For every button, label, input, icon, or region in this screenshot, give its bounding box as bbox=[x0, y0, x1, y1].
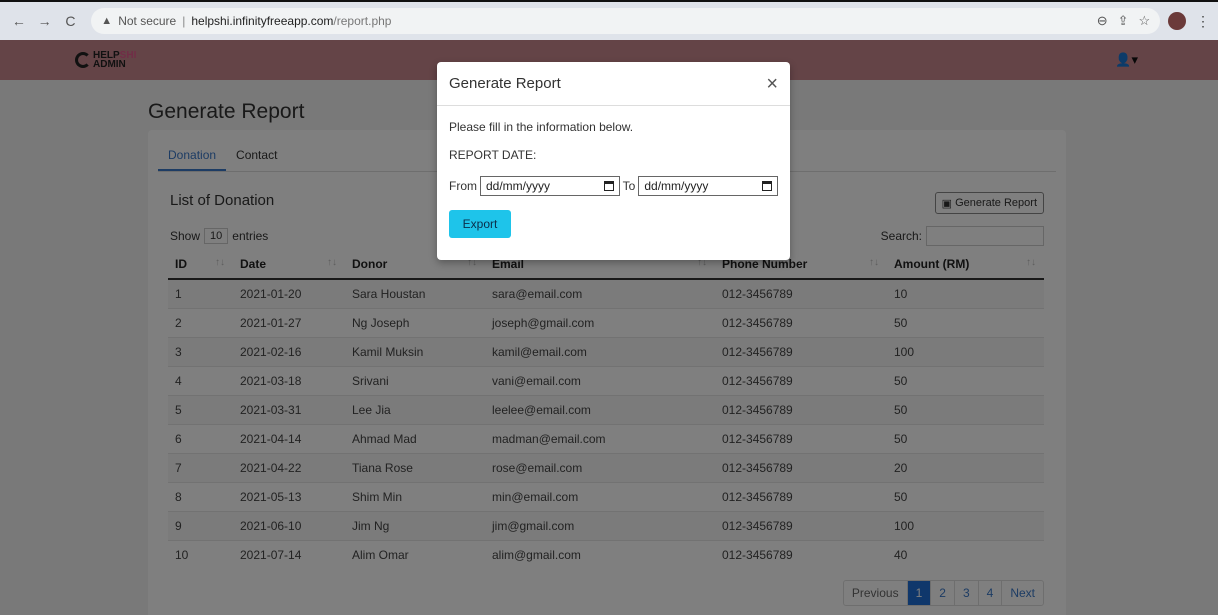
address-bar[interactable]: ▲ Not secure | helpshi.infinityfreeapp.c… bbox=[91, 8, 1161, 34]
export-button[interactable]: Export bbox=[449, 210, 511, 238]
address-actions: ⊖ ⇪ ☆ bbox=[1097, 13, 1150, 29]
calendar-icon[interactable] bbox=[762, 181, 772, 191]
calendar-icon[interactable] bbox=[603, 181, 614, 191]
date-range-row: From dd/mm/yyyy To dd/mm/yyyy bbox=[449, 176, 778, 196]
to-label: To bbox=[622, 179, 636, 193]
url-path: /report.php bbox=[333, 14, 392, 28]
bookmark-icon[interactable]: ☆ bbox=[1139, 13, 1151, 29]
generate-report-modal: Generate Report × Please fill in the inf… bbox=[437, 62, 790, 260]
modal-title: Generate Report bbox=[449, 75, 561, 92]
from-date-input[interactable]: dd/mm/yyyy bbox=[480, 176, 620, 196]
modal-header: Generate Report × bbox=[437, 62, 790, 106]
profile-avatar[interactable] bbox=[1168, 12, 1186, 30]
to-date-placeholder: dd/mm/yyyy bbox=[644, 179, 709, 193]
close-icon[interactable]: × bbox=[766, 74, 778, 94]
browser-toolbar: ← → C ▲ Not secure | helpshi.infinityfre… bbox=[0, 0, 1218, 40]
modal-body: Please fill in the information below. RE… bbox=[437, 106, 790, 252]
to-date-input[interactable]: dd/mm/yyyy bbox=[638, 176, 778, 196]
url-host: helpshi.infinityfreeapp.com bbox=[191, 14, 334, 28]
from-date-placeholder: dd/mm/yyyy bbox=[486, 179, 551, 193]
share-icon[interactable]: ⇪ bbox=[1118, 13, 1129, 29]
security-label: Not secure bbox=[118, 14, 177, 28]
back-icon[interactable]: ← bbox=[8, 10, 30, 32]
divider: | bbox=[182, 14, 186, 28]
browser-menu-icon[interactable]: ⋮ bbox=[1196, 13, 1210, 30]
reload-icon[interactable]: C bbox=[60, 10, 82, 32]
forward-icon[interactable]: → bbox=[34, 10, 56, 32]
from-label: From bbox=[449, 179, 477, 193]
report-date-label: REPORT DATE: bbox=[449, 148, 537, 162]
warning-icon: ▲ bbox=[101, 15, 113, 27]
modal-instruction: Please fill in the information below. bbox=[449, 120, 634, 134]
zoom-icon[interactable]: ⊖ bbox=[1097, 13, 1108, 29]
